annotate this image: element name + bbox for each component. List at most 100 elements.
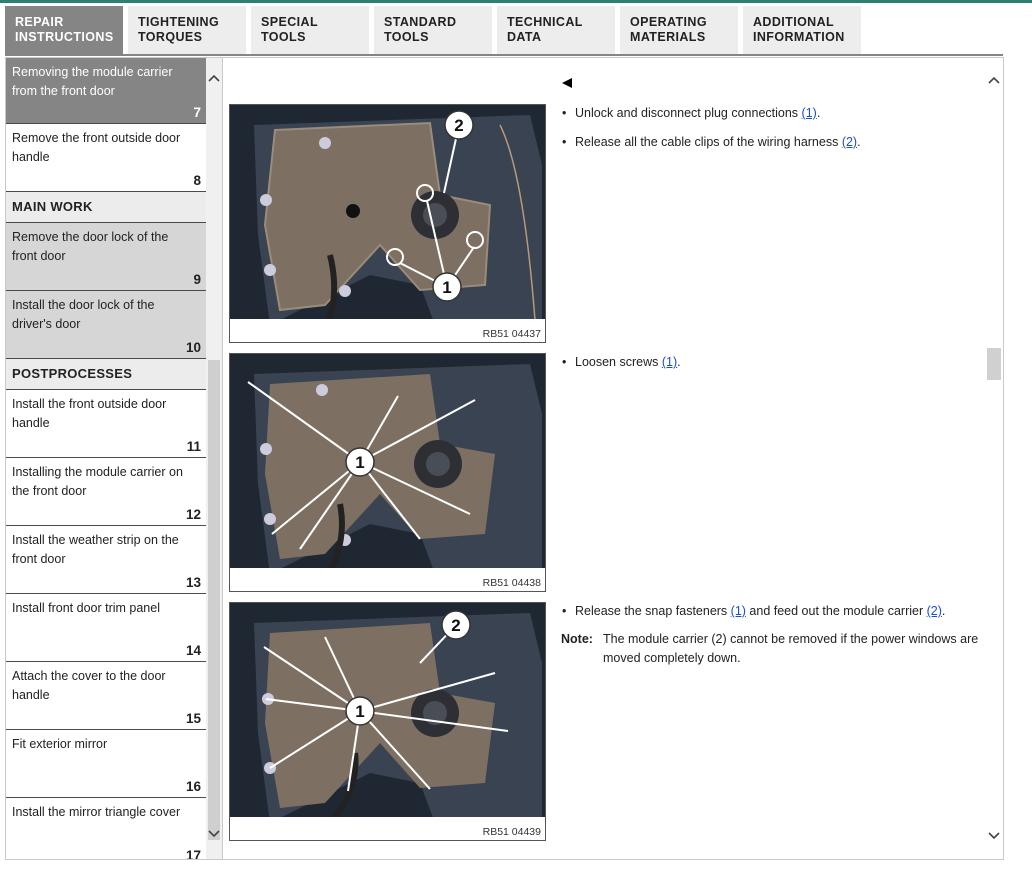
step-text-end: . [677,355,681,369]
tab-standard-tools[interactable]: STANDARD TOOLS [374,6,492,54]
note-label: Note: [561,632,593,646]
back-arrow-icon[interactable] [561,76,573,92]
sidebar-nav: Removing the module carrier from the fro… [6,58,206,859]
figure-3: 1 2 RB51 04439 [229,602,546,841]
sidebar-item-label: Attach the cover to the door handle [12,669,166,702]
ref-link-1[interactable]: (1) [802,106,817,120]
scroll-down-icon[interactable] [208,830,220,841]
sidebar-item-install-weather-strip[interactable]: Install the weather strip on the front d… [6,526,206,594]
tab-label-line1: SPECIAL TOOLS [261,15,318,44]
step-text-mid: and feed out the module carrier [745,604,927,618]
step-text-end: . [816,106,821,120]
sidebar-section-main-work: MAIN WORK [6,192,206,223]
step-text-end: . [941,604,946,618]
sidebar-item-install-door-lock[interactable]: Install the door lock of the driver's do… [6,291,206,359]
tab-technical-data[interactable]: TECHNICAL DATA [497,6,615,54]
ref-link-1[interactable]: (1) [731,604,746,618]
sidebar-item-label: Installing the module carrier on the fro… [12,465,183,498]
sidebar-item-label: Install the mirror triangle cover [12,805,181,819]
scroll-up-icon[interactable] [988,76,1000,87]
figure-code: RB51 04437 [482,328,541,340]
sidebar-item-number: 8 [193,173,201,188]
sidebar-item-install-outside-door-handle[interactable]: Install the front outside door handle 11 [6,390,206,458]
sidebar-item-label: Removing the module carrier from the fro… [12,65,173,98]
bullet: • [562,135,567,149]
tab-additional-information[interactable]: ADDITIONAL INFORMATION [743,6,861,54]
tab-label-line1: STANDARD [384,15,457,29]
scroll-up-icon[interactable] [208,74,220,85]
sidebar-item-install-module-carrier[interactable]: Installing the module carrier on the fro… [6,458,206,526]
sidebar-item-remove-door-lock[interactable]: Remove the door lock of the front door 9 [6,223,206,291]
sidebar-item-label: Remove the front outside door handle [12,131,181,164]
figure-code: RB51 04438 [482,577,541,589]
step-text: Release all the cable clips of the wirin… [575,135,842,149]
sidebar-item-label: Remove the door lock of the front door [12,230,169,263]
bullet: • [562,355,567,369]
sidebar-item-number: 11 [186,439,201,454]
sidebar-item-number: 17 [185,848,201,859]
sidebar-item-label: Install the door lock of the driver's do… [12,298,155,331]
tab-label-line1: REPAIR [15,15,64,29]
ref-link-2[interactable]: (2) [842,135,857,149]
sidebar-item-number: 7 [193,105,201,120]
main-scrollbar-thumb[interactable] [987,348,1001,380]
tab-operating-materials[interactable]: OPERATING MATERIALS [620,6,738,54]
svg-text:1: 1 [355,702,364,721]
svg-text:1: 1 [355,453,364,472]
sidebar-item-removing-module-carrier[interactable]: Removing the module carrier from the fro… [6,58,206,124]
tab-label-line2: MATERIALS [630,30,706,44]
sidebar-item-number: 12 [185,507,201,522]
tab-label-line2: TOOLS [384,30,429,44]
sidebar-item-label: Install the weather strip on the front d… [12,533,179,566]
sidebar-item-number: 9 [193,272,201,287]
scroll-down-icon[interactable] [988,832,1000,843]
bullet: • [562,106,567,120]
note-text: The module carrier (2) cannot be removed… [603,632,979,665]
sidebar-item-number: 10 [185,340,201,355]
step-text: Unlock and disconnect plug connections [575,106,802,120]
step-text: Loosen screws [575,355,662,369]
tab-label-line1: OPERATING [630,15,707,29]
tab-label-line1: TECHNICAL [507,15,583,29]
tab-label-line2: DATA [507,30,542,44]
figure-2: 1 RB51 04438 [229,353,546,592]
tab-repair-instructions[interactable]: REPAIR INSTRUCTIONS [5,6,123,54]
sidebar-item-number: 14 [185,643,201,658]
tab-label-line2: TORQUES [138,30,203,44]
door-photo-3: 1 2 [230,603,545,840]
figure-1: 1 2 RB51 04437 [229,104,546,343]
sidebar-scrollbar[interactable] [206,58,222,859]
sidebar-item-fit-exterior-mirror[interactable]: Fit exterior mirror 16 [6,730,206,798]
figure-code: RB51 04439 [482,826,541,838]
sidebar-item-remove-outside-door-handle[interactable]: Remove the front outside door handle 8 [6,124,206,192]
sidebar-divider [222,58,223,859]
svg-text:2: 2 [451,616,460,635]
top-accent-line [0,0,1032,3]
tab-label-line1: ADDITIONAL [753,15,835,29]
door-photo-1: 1 2 [230,105,545,342]
sidebar-item-label: Fit exterior mirror [12,737,108,751]
sidebar-section-postprocesses: POSTPROCESSES [6,359,206,390]
tab-label-line1: TIGHTENING [138,15,220,29]
tab-label-line2: INFORMATION [753,30,845,44]
sidebar-item-label: Install the front outside door handle [12,397,167,430]
ref-link-1[interactable]: (1) [662,355,677,369]
ref-link-2[interactable]: (2) [927,604,942,618]
svg-text:1: 1 [442,278,451,297]
step-text: Release the snap fasteners [575,604,731,618]
sidebar-item-number: 13 [185,575,201,590]
tab-special-tools[interactable]: SPECIAL TOOLS [251,6,369,54]
bullet: • [562,604,567,618]
sidebar-item-number: 15 [185,711,201,726]
sidebar-item-attach-door-handle-cover[interactable]: Attach the cover to the door handle 15 [6,662,206,730]
sidebar-scrollbar-thumb[interactable] [208,360,220,840]
step-text-end: . [857,135,861,149]
tab-label-line2: INSTRUCTIONS [15,30,114,44]
door-photo-2: 1 [230,354,545,591]
sidebar-item-install-mirror-cover[interactable]: Install the mirror triangle cover 17 [6,798,206,859]
sidebar-item-label: Install front door trim panel [12,601,160,615]
svg-text:2: 2 [454,116,463,135]
tab-tightening-torques[interactable]: TIGHTENING TORQUES [128,6,246,54]
sidebar-item-install-door-trim-panel[interactable]: Install front door trim panel 14 [6,594,206,662]
main-scrollbar[interactable] [985,58,1003,859]
